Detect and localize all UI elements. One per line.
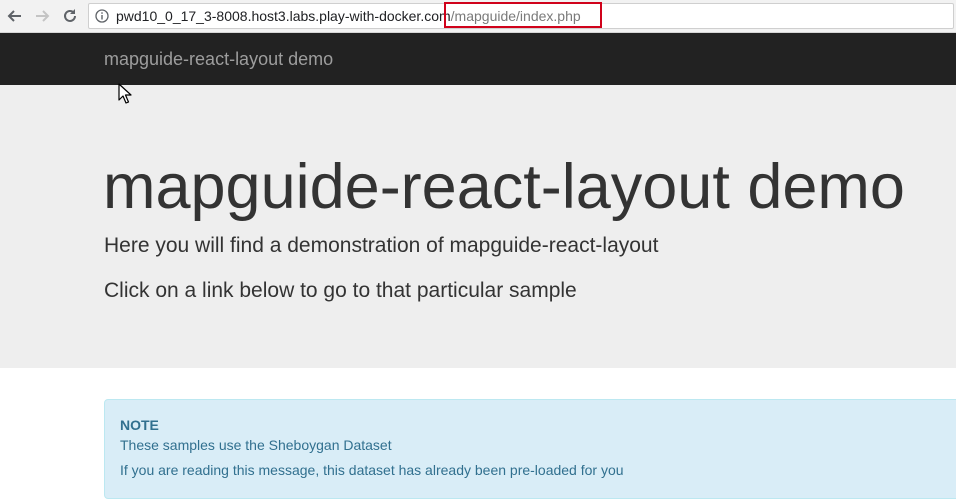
url-path: /mapguide/index.php bbox=[450, 8, 581, 24]
navbar-brand[interactable]: mapguide-react-layout demo bbox=[104, 48, 333, 70]
lead-text-2: Click on a link below to go to that part… bbox=[104, 279, 577, 302]
top-navbar: mapguide-react-layout demo bbox=[0, 33, 956, 85]
arrow-right-icon[interactable] bbox=[32, 6, 52, 26]
note-alert: NOTE These samples use the Sheboygan Dat… bbox=[104, 399, 956, 499]
page-title: mapguide-react-layout demo bbox=[103, 152, 905, 222]
address-bar[interactable]: pwd10_0_17_3-8008.host3.labs.play-with-d… bbox=[88, 2, 954, 29]
url-text: pwd10_0_17_3-8008.host3.labs.play-with-d… bbox=[116, 8, 581, 25]
note-title: NOTE bbox=[120, 417, 159, 433]
note-line-2: If you are reading this message, this da… bbox=[120, 462, 624, 478]
note-line-1: These samples use the Sheboygan Dataset bbox=[120, 437, 392, 453]
url-host: pwd10_0_17_3-8008.host3.labs.play-with-d… bbox=[116, 8, 451, 24]
reload-icon[interactable] bbox=[60, 6, 80, 26]
lead-text-1: Here you will find a demonstration of ma… bbox=[104, 234, 659, 257]
mouse-cursor-icon bbox=[118, 83, 134, 105]
jumbotron: mapguide-react-layout demo Here you will… bbox=[0, 85, 956, 368]
browser-toolbar: pwd10_0_17_3-8008.host3.labs.play-with-d… bbox=[0, 0, 956, 33]
info-icon[interactable] bbox=[95, 9, 109, 23]
arrow-left-icon[interactable] bbox=[5, 6, 25, 26]
